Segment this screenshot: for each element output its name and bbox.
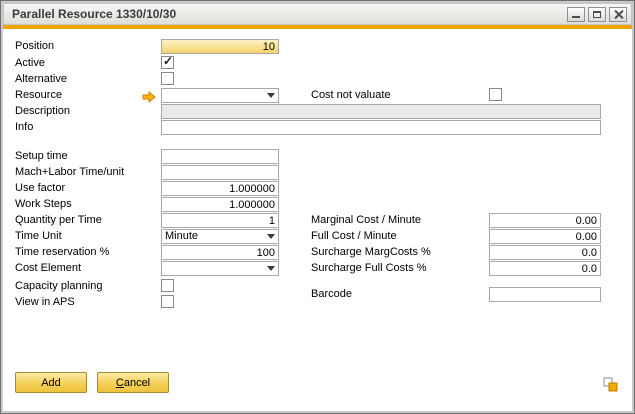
maximize-button[interactable] [588,7,606,22]
alternative-label: Alternative [15,72,67,87]
surcharge-full-costs-input[interactable] [489,261,601,276]
minimize-icon [572,16,580,18]
surcharge-full-costs-label: Surcharge Full Costs % [311,261,427,276]
maximize-icon [593,11,601,18]
time-unit-label: Time Unit [15,229,62,244]
quantity-per-time-label: Quantity per Time [15,213,102,228]
work-steps-label: Work Steps [15,197,72,212]
info-input[interactable] [161,120,601,135]
position-input[interactable] [161,39,279,54]
work-steps-input[interactable] [161,197,279,212]
view-in-aps-label: View in APS [15,295,75,310]
time-unit-combo-value: Minute [165,230,198,243]
add-button-label: Add [16,374,86,392]
link-arrow-icon[interactable] [142,90,156,102]
active-label: Active [15,56,45,71]
full-cost-label: Full Cost / Minute [311,229,397,244]
surcharge-margcosts-input[interactable] [489,245,601,260]
dialog-window: Parallel Resource 1330/10/30 Position Ac… [0,0,635,414]
add-button[interactable]: Add [15,372,87,393]
barcode-input[interactable] [489,287,601,302]
time-reservation-label: Time reservation % [15,245,109,260]
cost-element-label: Cost Element [15,261,81,276]
description-label: Description [15,104,70,119]
quantity-per-time-input[interactable] [161,213,279,228]
use-factor-label: Use factor [15,181,65,196]
capacity-planning-label: Capacity planning [15,279,102,294]
info-label: Info [15,120,33,135]
mach-labor-time-label: Mach+Labor Time/unit [15,165,124,180]
resource-label: Resource [15,88,62,103]
surcharge-margcosts-label: Surcharge MargCosts % [311,245,431,260]
marginal-cost-label: Marginal Cost / Minute [311,213,421,228]
form-body: Position Active Alternative Resource Cos… [3,29,632,411]
resource-combo[interactable] [161,88,279,103]
cost-not-valuate-checkbox[interactable] [489,88,502,101]
setup-time-input[interactable] [161,149,279,164]
position-label: Position [15,39,54,54]
cost-not-valuate-label: Cost not valuate [311,88,391,103]
use-factor-input[interactable] [161,181,279,196]
minimize-button[interactable] [567,7,585,22]
cost-element-combo[interactable] [161,261,279,276]
marginal-cost-input[interactable] [489,213,601,228]
full-cost-input[interactable] [489,229,601,244]
close-button[interactable] [609,7,627,22]
chevron-down-icon [267,234,275,239]
barcode-label: Barcode [311,287,352,302]
chevron-down-icon [267,266,275,271]
cancel-button-label: Cancel [98,374,168,392]
view-in-aps-checkbox[interactable] [161,295,174,308]
time-unit-combo[interactable]: Minute [161,229,279,244]
form-resize-icon[interactable] [603,377,618,392]
close-icon [614,10,623,19]
window-title: Parallel Resource 1330/10/30 [12,7,564,21]
description-input [161,104,601,119]
setup-time-label: Setup time [15,149,68,164]
alternative-checkbox[interactable] [161,72,174,85]
titlebar[interactable]: Parallel Resource 1330/10/30 [3,3,632,25]
chevron-down-icon [267,93,275,98]
mach-labor-time-input[interactable] [161,165,279,180]
time-reservation-input[interactable] [161,245,279,260]
capacity-planning-checkbox[interactable] [161,279,174,292]
active-checkbox[interactable] [161,56,174,69]
cancel-button[interactable]: Cancel [97,372,169,393]
